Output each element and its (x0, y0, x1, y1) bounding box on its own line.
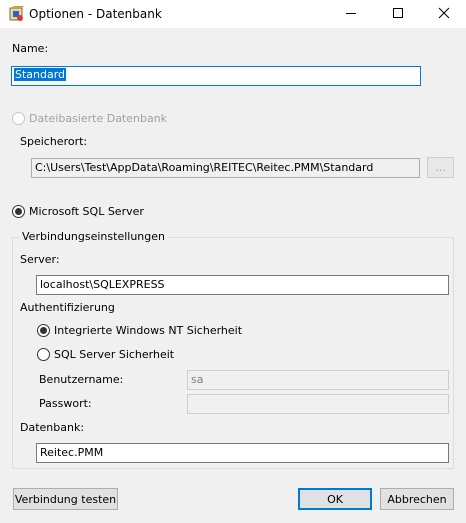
sql-server-radio[interactable] (12, 205, 25, 218)
maximize-icon (393, 8, 403, 18)
server-label: Server: (20, 253, 60, 266)
name-input[interactable]: Standard (11, 66, 421, 86)
sql-server-label: Microsoft SQL Server (29, 205, 144, 218)
close-button[interactable] (421, 0, 466, 28)
server-input[interactable]: localhost\SQLEXPRESS (36, 275, 449, 295)
close-icon (438, 7, 450, 19)
database-label: Datenbank: (20, 421, 85, 434)
password-input[interactable] (187, 394, 449, 414)
location-input[interactable]: C:\Users\Test\AppData\Roaming\REITEC\Rei… (31, 158, 420, 178)
location-label: Speicherort: (20, 135, 88, 148)
maximize-button[interactable] (375, 0, 421, 28)
test-connection-button[interactable]: Verbindung testen (13, 488, 118, 510)
minimize-button[interactable] (328, 0, 374, 28)
auth-windows-label: Integrierte Windows NT Sicherheit (54, 324, 243, 337)
connection-settings-title: Verbindungseinstellungen (19, 230, 168, 243)
auth-sql-label: SQL Server Sicherheit (54, 348, 175, 361)
file-db-radio[interactable] (12, 112, 25, 125)
auth-sql-radio[interactable] (37, 348, 50, 361)
auth-windows-radio[interactable] (37, 324, 50, 337)
app-icon (9, 6, 24, 21)
ok-button[interactable]: OK (298, 488, 372, 510)
file-db-label: Dateibasierte Datenbank (29, 112, 168, 125)
password-label: Passwort: (39, 397, 92, 410)
auth-label: Authentifizierung (20, 301, 115, 314)
name-label: Name: (12, 42, 49, 55)
window-title: Optionen - Datenbank (29, 7, 162, 21)
name-value: Standard (14, 68, 67, 81)
minimize-icon (346, 13, 356, 14)
username-input[interactable]: sa (187, 370, 449, 390)
browse-button[interactable]: ... (427, 157, 454, 178)
title-bar: Optionen - Datenbank (0, 0, 466, 28)
database-input[interactable]: Reitec.PMM (36, 443, 449, 463)
cancel-button[interactable]: Abbrechen (380, 488, 454, 510)
username-label: Benutzername: (39, 373, 124, 386)
